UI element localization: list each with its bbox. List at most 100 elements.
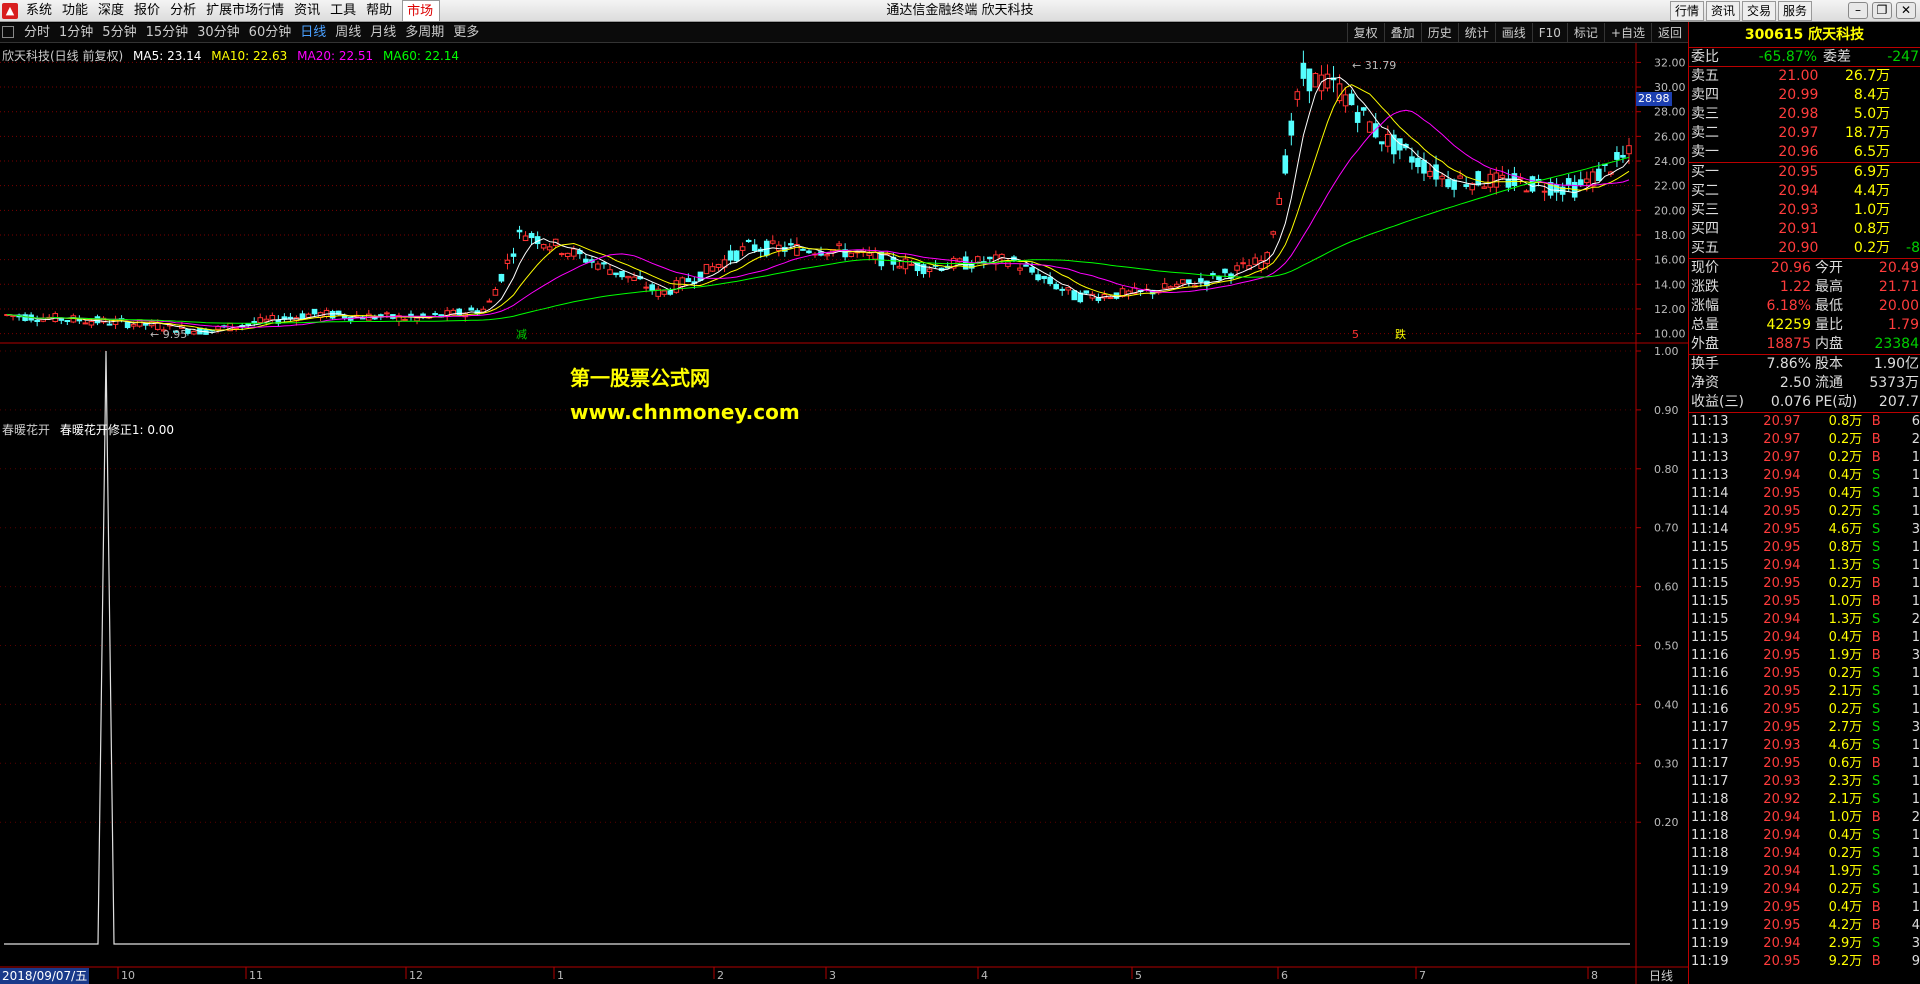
- tick-time: 11:19: [1691, 900, 1729, 915]
- menu-item-3[interactable]: 报价: [130, 0, 166, 22]
- tick-price: 20.94: [1763, 810, 1801, 825]
- menu-item-5[interactable]: 扩展市场行情: [202, 0, 290, 22]
- indicator-name[interactable]: 春暖花开: [2, 423, 50, 437]
- tick-time: 11:16: [1691, 684, 1729, 699]
- x-month-label: 3: [829, 969, 836, 982]
- candle-body: [1421, 159, 1427, 174]
- candle-body: [571, 248, 577, 257]
- tool-button-7[interactable]: +自选: [1603, 23, 1651, 43]
- top-button-1[interactable]: 资讯: [1705, 1, 1740, 21]
- app-logo-icon[interactable]: ▲: [2, 3, 18, 19]
- candle-body: [1180, 279, 1186, 284]
- weibi-row: 委比 -65.87% 委差 -247: [1689, 48, 1920, 67]
- tool-button-3[interactable]: 统计: [1457, 23, 1495, 43]
- period-tab-7[interactable]: 周线: [331, 23, 366, 43]
- tick-volume: 2.3万: [1828, 774, 1863, 789]
- tick-time: 11:14: [1691, 486, 1729, 501]
- book-price[interactable]: 20.97: [1763, 124, 1818, 143]
- book-price[interactable]: 20.93: [1763, 201, 1818, 220]
- tick-row: 11:13 20.97 0.2万 B 1: [1689, 449, 1920, 467]
- minimize-icon[interactable]: –: [1848, 2, 1868, 19]
- period-tab-6[interactable]: 日线: [296, 23, 331, 43]
- tool-button-4[interactable]: 画线: [1494, 23, 1532, 43]
- tick-price: 20.95: [1763, 702, 1801, 717]
- top-button-2[interactable]: 交易: [1741, 1, 1776, 21]
- candle-body: [1312, 73, 1319, 88]
- book-volume: 0.2万: [1853, 240, 1891, 256]
- candle-body: [751, 244, 758, 251]
- period-tab-8[interactable]: 月线: [366, 23, 401, 43]
- period-tab-2[interactable]: 5分钟: [98, 23, 141, 43]
- stat-value: 1.90亿: [1873, 356, 1919, 372]
- top-button-0[interactable]: 行情: [1669, 1, 1704, 21]
- book-price[interactable]: 20.95: [1763, 163, 1818, 182]
- candle-body: [1071, 290, 1078, 301]
- candle-body: [1053, 283, 1059, 290]
- book-volume: 26.7万: [1844, 68, 1891, 84]
- candle-body: [727, 250, 734, 261]
- watermark-title: 第一股票公式网: [570, 366, 710, 390]
- book-price[interactable]: 20.90: [1763, 239, 1818, 258]
- tool-button-8[interactable]: 返回: [1650, 23, 1688, 43]
- tick-volume: 2.9万: [1828, 936, 1863, 951]
- tick-side: S: [1872, 738, 1881, 753]
- book-price[interactable]: 21.00: [1763, 67, 1818, 86]
- close-icon[interactable]: ✕: [1896, 2, 1916, 19]
- fund-row-1: 净资 2.50 流通 5373万: [1689, 374, 1920, 393]
- period-tab-9[interactable]: 多周期: [401, 23, 449, 43]
- tool-button-1[interactable]: 叠加: [1383, 23, 1421, 43]
- panel-toggle-icon[interactable]: [2, 26, 14, 38]
- tick-volume: 0.4万: [1828, 828, 1863, 843]
- candle-body: [1276, 197, 1283, 205]
- menu-item-8[interactable]: 帮助: [362, 0, 398, 22]
- quote-panel: 300615 欣天科技 委比 -65.87% 委差 -247 卖五 21.00 26…: [1688, 22, 1920, 984]
- tick-price: 20.97: [1763, 432, 1801, 447]
- book-label: 卖五: [1691, 68, 1719, 84]
- x-month-label: 2: [717, 969, 724, 982]
- tool-button-2[interactable]: 历史: [1420, 23, 1458, 43]
- book-price[interactable]: 20.96: [1763, 143, 1818, 162]
- tick-volume: 0.2万: [1828, 432, 1863, 447]
- tick-time: 11:19: [1691, 918, 1729, 933]
- menu-item-6[interactable]: 资讯: [290, 0, 326, 22]
- tick-list[interactable]: 11:13 20.97 0.8万 B 6 11:13 20.97 0.2万 B 2 11:13 20.…: [1689, 413, 1920, 971]
- stock-code-name[interactable]: 300615 欣天科技: [1689, 22, 1920, 48]
- period-tab-5[interactable]: 60分钟: [245, 23, 297, 43]
- candle-body: [1499, 174, 1506, 179]
- restore-icon[interactable]: ❐: [1872, 2, 1892, 19]
- tick-row: 11:17 20.93 4.6万 S 1: [1689, 737, 1920, 755]
- menu-item-7[interactable]: 工具: [326, 0, 362, 22]
- tool-button-6[interactable]: 标记: [1566, 23, 1604, 43]
- candle-body: [902, 258, 909, 270]
- tick-count: 3: [1911, 720, 1920, 735]
- candle-body: [745, 239, 752, 243]
- book-price[interactable]: 20.99: [1763, 86, 1818, 105]
- period-tab-0[interactable]: 分时: [20, 23, 55, 43]
- menu-item-4[interactable]: 分析: [166, 0, 202, 22]
- tick-side: B: [1871, 810, 1881, 825]
- tick-volume: 4.6万: [1828, 522, 1863, 537]
- tick-price: 20.95: [1763, 522, 1801, 537]
- tool-button-0[interactable]: 复权: [1346, 23, 1384, 43]
- tool-button-5[interactable]: F10: [1531, 23, 1567, 43]
- x-month-label: 5: [1135, 969, 1142, 982]
- tick-volume: 0.2万: [1828, 702, 1863, 717]
- tick-price: 20.93: [1763, 738, 1801, 753]
- menu-item-9[interactable]: 市场: [402, 0, 441, 22]
- book-price[interactable]: 20.94: [1763, 182, 1818, 201]
- period-tab-4[interactable]: 30分钟: [193, 23, 245, 43]
- tick-side: S: [1872, 864, 1881, 879]
- kline-chart[interactable]: 10.00 12.00 14.00 16.00 18.00 20.00 22.00 24.00…: [0, 43, 1688, 984]
- menu-item-0[interactable]: 系统: [22, 0, 58, 22]
- book-price[interactable]: 20.98: [1763, 105, 1818, 124]
- menu-item-2[interactable]: 深度: [94, 0, 130, 22]
- candle-body: [1541, 190, 1548, 193]
- book-price[interactable]: 20.91: [1763, 220, 1818, 239]
- period-tab-1[interactable]: 1分钟: [55, 23, 98, 43]
- period-tab-3[interactable]: 15分钟: [142, 23, 194, 43]
- candle-body: [703, 263, 710, 275]
- menu-item-1[interactable]: 功能: [58, 0, 94, 22]
- period-tab-10[interactable]: 更多: [449, 23, 484, 43]
- top-button-3[interactable]: 服务: [1777, 1, 1812, 21]
- candle-body: [546, 246, 553, 251]
